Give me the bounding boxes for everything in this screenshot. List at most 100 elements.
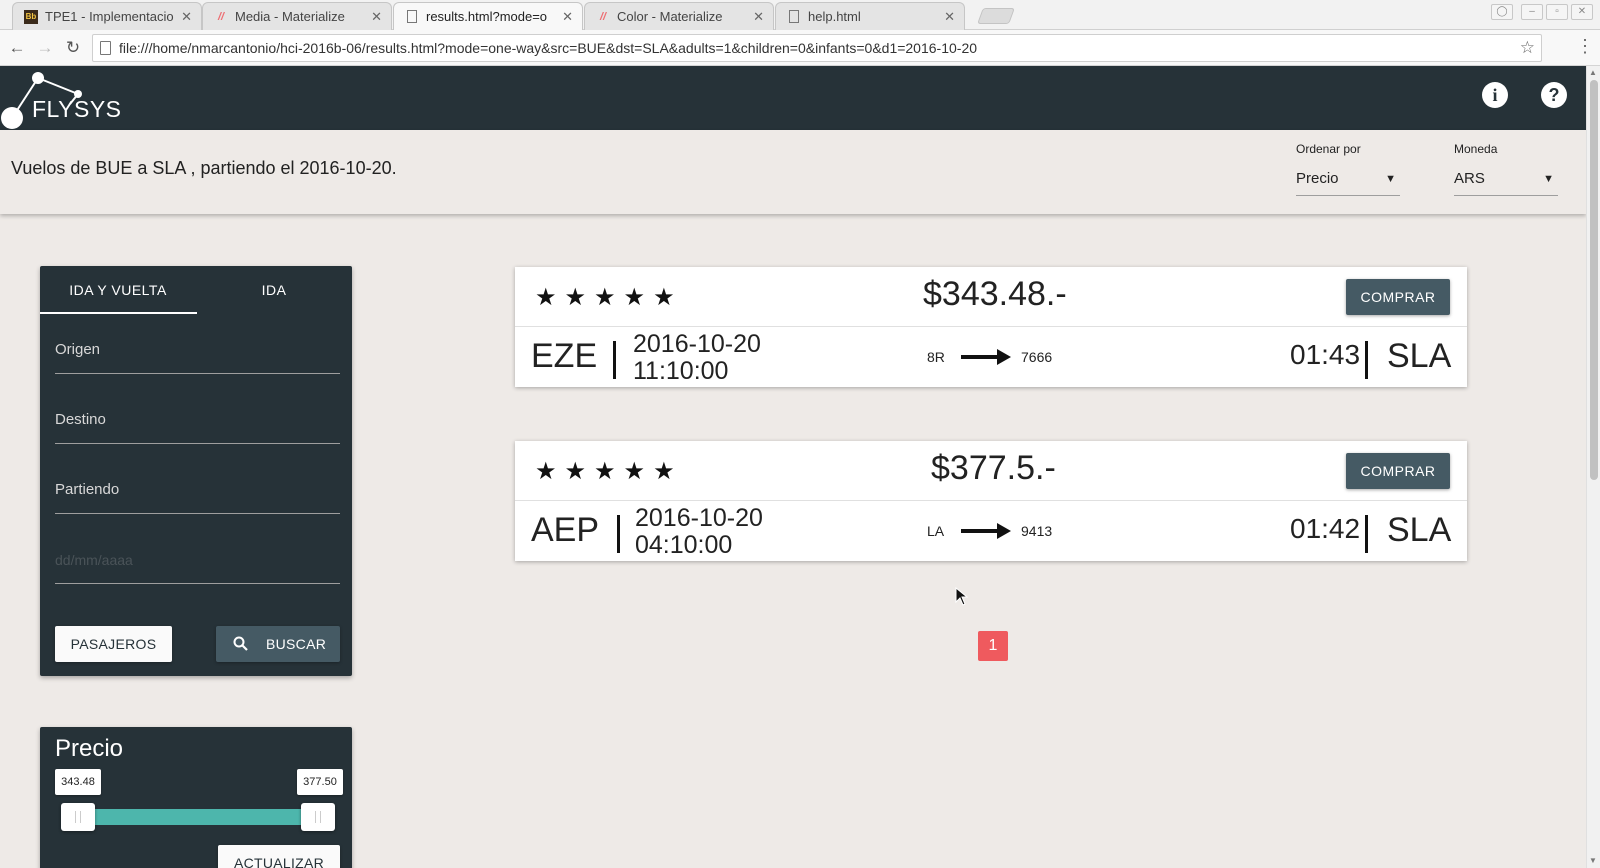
user-profile-icon[interactable]: ◯ <box>1491 4 1513 20</box>
flight-result-card: ★★★★★ $343.48.- COMPRAR EZE 2016-10-20 1… <box>515 267 1467 387</box>
close-tab-icon[interactable]: ✕ <box>944 3 955 30</box>
destination-airport-code: SLA <box>1387 511 1452 549</box>
tab-round-trip[interactable]: IDA Y VUELTA <box>40 266 196 314</box>
flight-number: 9413 <box>1021 523 1053 539</box>
minimize-icon[interactable]: – <box>1521 4 1543 20</box>
mouse-cursor-icon <box>955 587 969 606</box>
tab-indicator <box>40 312 197 314</box>
search-icon <box>233 636 248 651</box>
right-arrow-icon <box>961 523 1011 539</box>
price-max-handle[interactable] <box>301 803 335 831</box>
browser-tab[interactable]: help.html ✕ <box>775 2 965 30</box>
back-arrow-icon[interactable]: ← <box>7 38 27 58</box>
buy-button[interactable]: COMPRAR <box>1346 279 1450 315</box>
departing-field[interactable]: Partiendo <box>55 476 340 514</box>
flight-price: $343.48.- <box>923 275 1067 313</box>
browser-menu-icon[interactable]: ⋮ <box>1576 36 1594 56</box>
card-divider <box>515 500 1467 501</box>
browser-tab-bar: Bb TPE1 - Implementacio ✕ // Media - Mat… <box>0 0 1600 30</box>
close-window-icon[interactable]: ✕ <box>1571 4 1593 20</box>
scrollbar-thumb[interactable] <box>1590 80 1598 480</box>
destination-field[interactable]: Destino <box>55 406 340 444</box>
search-button-label: BUSCAR <box>266 636 327 652</box>
price-max-tag: 377.50 <box>297 769 343 795</box>
trip-type-tabs: IDA Y VUELTA IDA <box>40 266 352 314</box>
maximize-icon[interactable]: ▫ <box>1546 4 1568 20</box>
departure-datetime: 2016-10-20 11:10:00 <box>633 331 761 385</box>
scroll-down-icon[interactable]: ▼ <box>1589 856 1597 865</box>
currency-select[interactable]: ARS ▼ <box>1454 166 1558 196</box>
results-subheader: Vuelos de BUE a SLA , partiendo el 2016-… <box>0 130 1586 214</box>
flight-duration: 01:43 <box>1290 339 1361 370</box>
origin-airport-code: EZE <box>531 337 598 375</box>
browser-tab[interactable]: // Media - Materialize ✕ <box>202 2 392 30</box>
page-icon <box>100 41 111 55</box>
currency-label: Moneda <box>1454 142 1498 156</box>
logo-text: FLYSYS <box>32 96 122 122</box>
departure-datetime: 2016-10-20 04:10:00 <box>635 505 763 559</box>
departure-time: 11:10:00 <box>633 357 729 385</box>
price-filter-panel: Precio 343.48 377.50 ACTUALIZAR <box>40 727 352 868</box>
sort-select[interactable]: Precio ▼ <box>1296 166 1400 196</box>
flight-result-card: ★★★★★ $377.5.- COMPRAR AEP 2016-10-20 04… <box>515 441 1467 561</box>
info-icon[interactable]: i <box>1482 82 1508 108</box>
flight-number: 7666 <box>1021 349 1053 365</box>
departure-date: 2016-10-20 <box>635 504 763 532</box>
departure-time: 04:10:00 <box>635 531 733 559</box>
scroll-up-icon[interactable]: ▲ <box>1589 68 1597 77</box>
materialize-icon: // <box>217 11 225 23</box>
rating-stars: ★★★★★ <box>535 458 683 485</box>
page-icon <box>789 10 799 23</box>
card-divider <box>515 326 1467 327</box>
price-filter-title: Precio <box>55 735 124 762</box>
airline-code: LA <box>927 523 945 539</box>
close-tab-icon[interactable]: ✕ <box>562 3 573 30</box>
flight-duration: 01:42 <box>1290 513 1361 544</box>
caret-down-icon: ▼ <box>1543 173 1554 185</box>
airline-code: 8R <box>927 349 945 365</box>
separator-bar <box>617 515 620 553</box>
materialize-icon: // <box>599 11 607 23</box>
search-button[interactable]: BUSCAR <box>216 626 340 662</box>
close-tab-icon[interactable]: ✕ <box>753 3 764 30</box>
origin-airport-code: AEP <box>531 511 600 549</box>
search-panel: IDA Y VUELTA IDA Origen Destino Partiend… <box>40 266 352 676</box>
help-icon[interactable]: ? <box>1541 82 1567 108</box>
route-summary: Vuelos de BUE a SLA , partiendo el 2016-… <box>11 158 397 178</box>
pagination-page-1[interactable]: 1 <box>978 631 1008 661</box>
update-button[interactable]: ACTUALIZAR <box>218 845 340 868</box>
address-bar: ← → ↻ file:///home/nmarcantonio/hci-2016… <box>0 30 1600 66</box>
right-arrow-icon <box>961 349 1011 365</box>
browser-tab[interactable]: Bb TPE1 - Implementacio ✕ <box>12 2 202 30</box>
destination-airport-code: SLA <box>1387 337 1452 375</box>
separator-bar <box>1365 341 1368 379</box>
new-tab-button[interactable] <box>977 8 1015 24</box>
page-scrollbar[interactable]: ▲ ▼ <box>1586 66 1600 868</box>
forward-arrow-icon[interactable]: → <box>35 38 55 58</box>
browser-tab[interactable]: // Color - Materialize ✕ <box>584 2 774 30</box>
sort-label: Ordenar por <box>1296 142 1361 156</box>
flysys-logo[interactable]: FLYSYS <box>0 70 140 130</box>
close-tab-icon[interactable]: ✕ <box>371 3 382 30</box>
buy-button[interactable]: COMPRAR <box>1346 453 1450 489</box>
date-input[interactable]: dd/mm/aaaa <box>55 546 340 584</box>
origin-field[interactable]: Origen <box>55 336 340 374</box>
tab-one-way[interactable]: IDA <box>196 266 352 314</box>
separator-bar <box>1365 515 1368 553</box>
close-tab-icon[interactable]: ✕ <box>181 3 192 30</box>
departure-date: 2016-10-20 <box>633 330 761 358</box>
browser-tab-active[interactable]: results.html?mode=o ✕ <box>393 2 583 30</box>
app-header: FLYSYS i ? <box>0 66 1586 130</box>
price-min-tag: 343.48 <box>55 769 101 795</box>
bookmark-star-icon[interactable]: ☆ <box>1520 35 1535 61</box>
flight-price: $377.5.- <box>931 449 1056 487</box>
separator-bar <box>613 341 616 379</box>
reload-icon[interactable]: ↻ <box>63 38 83 58</box>
caret-down-icon: ▼ <box>1385 173 1396 185</box>
url-field[interactable]: file:///home/nmarcantonio/hci-2016b-06/r… <box>92 34 1542 62</box>
rating-stars: ★★★★★ <box>535 284 683 311</box>
price-range-track <box>64 809 330 825</box>
price-min-handle[interactable] <box>61 803 95 831</box>
blackboard-icon: Bb <box>24 10 38 24</box>
passengers-button[interactable]: PASAJEROS <box>55 626 172 662</box>
